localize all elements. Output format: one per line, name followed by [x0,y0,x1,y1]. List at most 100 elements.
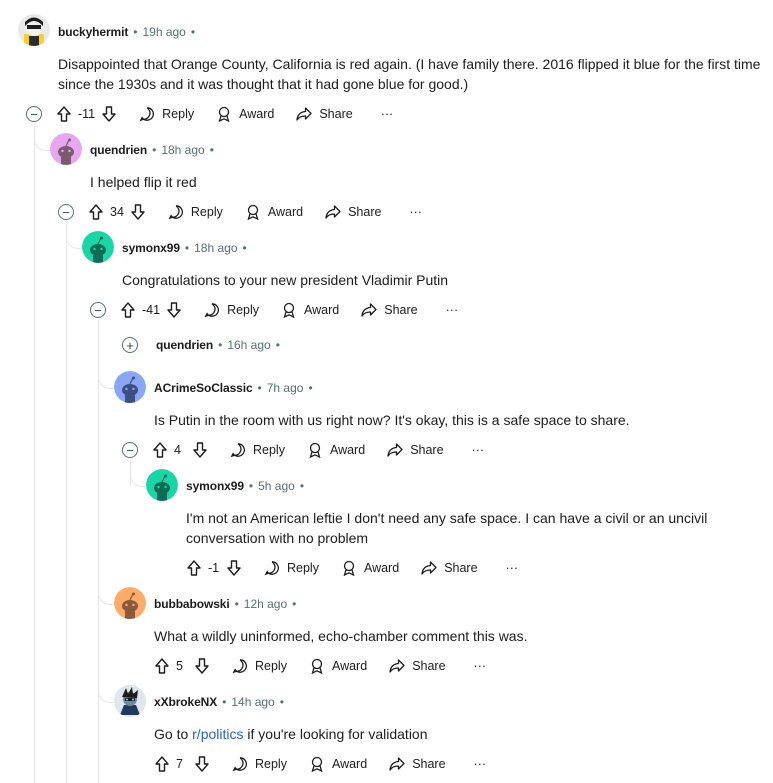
downvote-icon[interactable] [194,755,210,773]
timestamp[interactable]: 14h ago [231,695,274,709]
username[interactable]: quendrien [156,338,213,352]
collapse-button[interactable]: − [58,204,74,220]
username[interactable]: symonx99 [186,479,244,493]
username[interactable]: xXbrokeNX [154,695,217,709]
thread-line [130,460,131,486]
dot-separator: • [152,143,157,157]
comment-actions: − -41 Reply Award Share ··· [90,298,458,322]
share-button[interactable]: Share [296,106,353,122]
comment-actions: -1 Reply Award Share ··· [186,556,518,580]
share-button[interactable]: Share [361,302,418,318]
reply-icon [232,757,247,772]
username[interactable]: bubbabowski [154,597,230,611]
avatar[interactable] [114,587,146,619]
avatar[interactable] [146,469,178,501]
reply-button[interactable]: Reply [232,658,287,674]
timestamp[interactable]: 12h ago [244,597,287,611]
award-icon [309,442,321,458]
more-options-button[interactable]: ··· [381,107,394,121]
downvote-icon[interactable] [192,441,208,459]
collapse-button[interactable]: − [90,302,106,318]
avatar[interactable] [114,371,146,403]
upvote-icon[interactable] [154,657,170,675]
comment-body: I'm not an American leftie I don't need … [186,510,708,546]
timestamp[interactable]: 19h ago [142,25,185,39]
share-button[interactable]: Share [421,560,478,576]
comment-body: Go to r/politics if you're looking for v… [154,724,428,744]
thread-line [66,222,67,783]
comment-header: buckyhermit • 19h ago • [58,23,195,41]
dot-separator: • [218,338,223,352]
timestamp[interactable]: 7h ago [267,381,304,395]
dot-separator: • [292,597,297,611]
dot-separator: • [190,25,196,39]
comment-actions: 7 Reply Award Share ··· [154,752,486,776]
upvote-icon[interactable] [186,559,202,577]
reply-button[interactable]: Reply [232,756,287,772]
share-icon [421,561,437,575]
vote-score: 4 [174,443,181,457]
upvote-icon[interactable] [56,105,72,123]
award-button[interactable]: Award [307,442,365,458]
more-options-button[interactable]: ··· [474,659,487,673]
avatar[interactable] [18,14,50,46]
avatar[interactable] [114,685,146,717]
award-button[interactable]: Award [245,204,303,220]
award-button[interactable]: Award [309,658,367,674]
downvote-icon[interactable] [226,559,242,577]
dot-separator: • [308,381,313,395]
reply-button[interactable]: Reply [264,560,319,576]
share-button[interactable]: Share [387,442,444,458]
share-button[interactable]: Share [389,658,446,674]
avatar[interactable] [82,231,114,263]
vote-score: 7 [176,757,183,771]
upvote-icon[interactable] [120,301,136,319]
more-options-button[interactable]: ··· [506,561,519,575]
award-button[interactable]: Award [341,560,399,576]
more-options-button[interactable]: ··· [446,303,459,317]
award-icon [283,302,295,318]
more-options-button[interactable]: ··· [474,757,487,771]
share-icon [325,205,341,219]
dot-separator: • [184,241,190,255]
award-button[interactable]: Award [309,756,367,772]
subreddit-link[interactable]: r/politics [192,726,243,742]
vote-score: -11 [78,107,96,121]
avatar[interactable] [50,133,82,165]
comment-actions: − 34 Reply Award Share ··· [58,200,422,224]
award-button[interactable]: Award [216,106,274,122]
thread-line [34,124,35,783]
reply-icon [232,659,247,674]
reply-icon [230,443,245,458]
more-options-button[interactable]: ··· [472,443,485,457]
downvote-icon[interactable] [130,203,146,221]
timestamp[interactable]: 18h ago [194,241,237,255]
timestamp[interactable]: 18h ago [161,143,204,157]
comment-actions: − 4 Reply Award Share ··· [122,438,484,462]
downvote-icon[interactable] [166,301,182,319]
downvote-icon[interactable] [101,105,117,123]
share-button[interactable]: Share [325,204,381,220]
collapse-button[interactable]: − [26,106,42,122]
dot-separator: • [248,479,254,493]
upvote-icon[interactable] [88,203,104,221]
downvote-icon[interactable] [194,657,210,675]
reply-button[interactable]: Reply [139,106,194,122]
reply-button[interactable]: Reply [230,442,285,458]
username[interactable]: ACrimeSoClassic [154,381,253,395]
award-button[interactable]: Award [281,302,339,318]
username[interactable]: buckyhermit [58,25,128,39]
reply-button[interactable]: Reply [168,204,223,220]
reply-button[interactable]: Reply [204,302,259,318]
upvote-icon[interactable] [152,441,168,459]
share-button[interactable]: Share [389,756,446,772]
expand-button[interactable]: + [122,337,138,353]
more-options-button[interactable]: ··· [409,205,422,219]
upvote-icon[interactable] [154,755,170,773]
timestamp[interactable]: 5h ago [258,479,295,493]
username[interactable]: symonx99 [122,241,180,255]
dot-separator: • [242,241,247,255]
timestamp[interactable]: 16h ago [227,338,270,352]
collapse-button[interactable]: − [122,442,138,458]
username[interactable]: quendrien [90,143,147,157]
